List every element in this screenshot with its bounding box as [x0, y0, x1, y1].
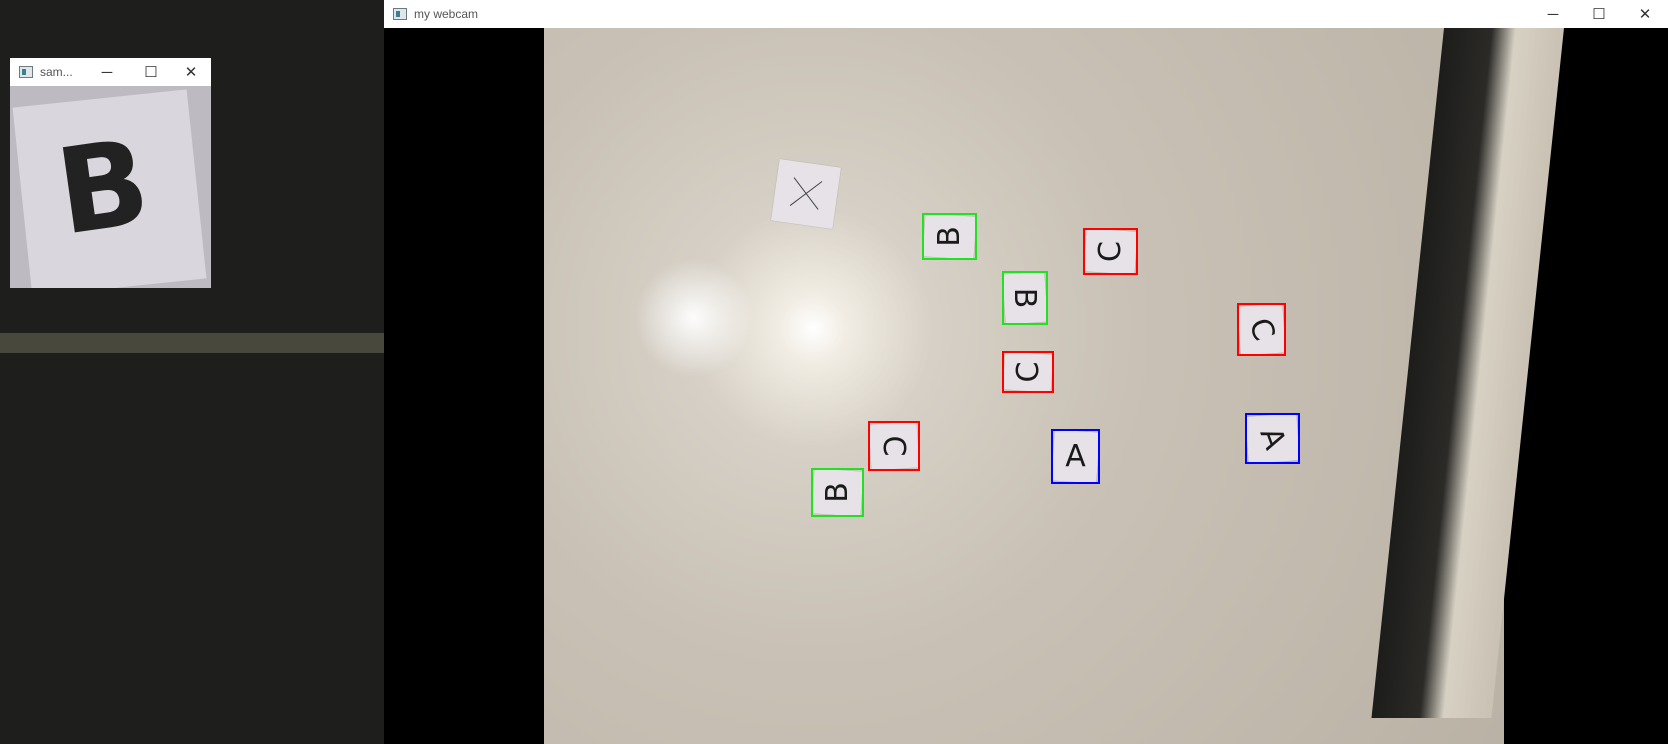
light-glare	[634, 258, 754, 378]
detected-letter: B	[1007, 287, 1043, 309]
detection-box: C	[1002, 351, 1054, 393]
minimize-icon[interactable]: ─	[1530, 0, 1576, 28]
close-icon[interactable]: ✕	[1622, 0, 1668, 28]
sample-window[interactable]: sam... ─ ☐ ✕ B	[10, 58, 211, 288]
webcam-feed: B C B C C C A A B	[384, 28, 1668, 744]
detected-letter: B	[820, 482, 855, 503]
detected-letter: C	[1241, 313, 1282, 346]
app-icon	[19, 66, 33, 78]
sample-letter: B	[48, 112, 158, 262]
detected-letter: A	[1065, 439, 1086, 474]
detected-letter: C	[1010, 361, 1046, 383]
detected-letter: C	[876, 435, 912, 457]
maximize-icon[interactable]: ☐	[1576, 0, 1622, 28]
webcam-window[interactable]: my webcam ─ ☐ ✕ B C B C C C A A B	[384, 0, 1668, 744]
sample-preview: B	[10, 86, 211, 288]
close-icon[interactable]: ✕	[171, 58, 211, 86]
x-card	[770, 158, 842, 230]
app-icon	[393, 8, 407, 20]
detection-box: A	[1051, 429, 1100, 484]
detection-box: B	[811, 468, 864, 517]
detection-box: B	[922, 213, 977, 260]
detection-box: C	[1083, 228, 1138, 275]
detection-box: C	[1237, 303, 1286, 356]
sample-titlebar[interactable]: sam... ─ ☐ ✕	[10, 58, 211, 86]
x-mark-icon	[772, 160, 840, 228]
window-title: sam...	[40, 65, 73, 79]
maximize-icon[interactable]: ☐	[131, 58, 171, 86]
window-title: my webcam	[414, 7, 479, 21]
detection-box: C	[868, 421, 920, 471]
detected-letter: A	[1252, 422, 1293, 455]
desktop-strip	[0, 333, 384, 353]
detected-letter: C	[1093, 241, 1128, 262]
detection-box: A	[1245, 413, 1300, 464]
webcam-titlebar[interactable]: my webcam ─ ☐ ✕	[384, 0, 1668, 28]
minimize-icon[interactable]: ─	[87, 58, 127, 86]
detection-box: B	[1002, 271, 1048, 325]
detected-letter: B	[932, 226, 967, 247]
